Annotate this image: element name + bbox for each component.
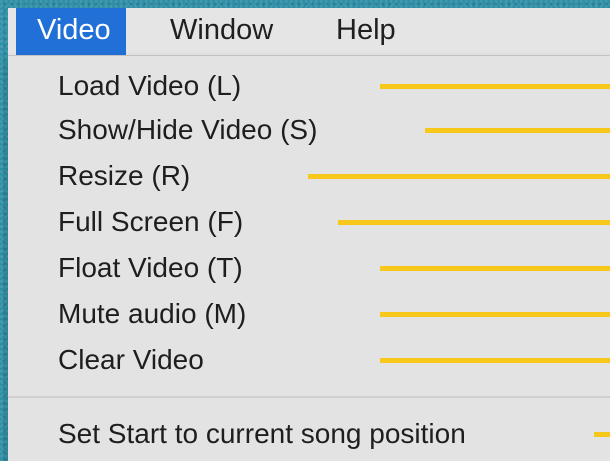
menubar: Video Window Help — [8, 8, 610, 56]
menu-item-label: Resize (R) — [58, 160, 191, 191]
menu-separator — [8, 396, 610, 398]
menu-item-full-screen[interactable]: Full Screen (F) — [8, 200, 610, 244]
annotation-line — [380, 84, 610, 89]
video-dropdown-menu: Load Video (L) Show/Hide Video (S) Resiz… — [8, 56, 610, 461]
menu-help[interactable]: Help — [322, 8, 410, 55]
menu-item-mute-audio[interactable]: Mute audio (M) — [8, 292, 610, 336]
annotation-line — [380, 312, 610, 317]
menu-item-label: Clear Video — [58, 344, 204, 375]
menu-item-show-hide-video[interactable]: Show/Hide Video (S) — [8, 108, 610, 152]
menu-window[interactable]: Window — [156, 8, 287, 55]
menu-item-load-video[interactable]: Load Video (L) — [8, 64, 610, 108]
menu-item-label: Load Video (L) — [58, 70, 242, 101]
annotation-line — [308, 174, 610, 179]
menu-item-label: Float Video (T) — [58, 252, 243, 283]
menu-item-set-start[interactable]: Set Start to current song position — [8, 412, 610, 456]
annotation-line — [380, 266, 610, 271]
menu-item-label: Set Start to current song position — [58, 418, 466, 449]
menu-item-clear-video[interactable]: Clear Video — [8, 338, 610, 382]
menu-item-label: Mute audio (M) — [58, 298, 247, 329]
annotation-line — [594, 432, 610, 437]
menu-item-resize[interactable]: Resize (R) — [8, 154, 610, 198]
menu-video[interactable]: Video — [16, 8, 126, 55]
annotation-line — [425, 128, 610, 133]
menu-item-label: Show/Hide Video (S) — [58, 114, 318, 145]
menu-item-label: Full Screen (F) — [58, 206, 244, 237]
annotation-line — [338, 220, 610, 225]
menu-item-float-video[interactable]: Float Video (T) — [8, 246, 610, 290]
annotation-line — [380, 358, 610, 363]
